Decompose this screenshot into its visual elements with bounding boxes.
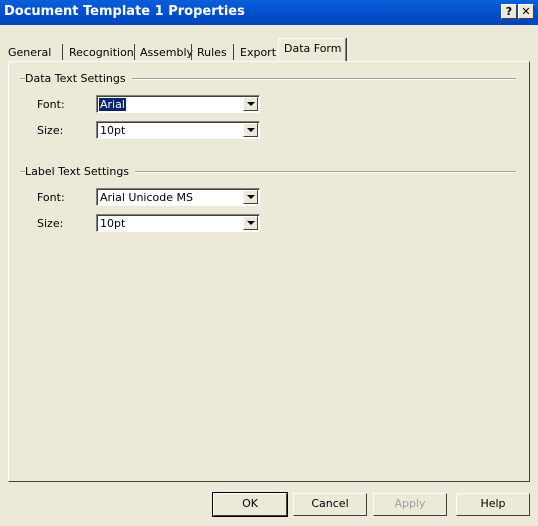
chevron-down-icon [247,128,255,132]
chevron-down-icon [247,221,255,225]
tab-assembly[interactable]: Assembly [136,44,197,62]
ok-button[interactable]: OK [212,492,288,517]
dropdown-button[interactable] [243,190,258,204]
cancel-button[interactable]: Cancel [293,493,367,516]
tab-general[interactable]: General [4,44,55,62]
label-size-select[interactable]: 10pt [96,214,260,232]
data-font-label: Font: [37,98,65,111]
tab-separator [62,44,63,60]
tab-recognition[interactable]: Recognition [65,44,138,62]
tab-separator [233,44,234,60]
label-size-value: 10pt [100,217,126,230]
tab-panel [8,61,530,482]
label-size-label: Size: [37,217,64,230]
dropdown-button[interactable] [243,123,258,137]
dropdown-button[interactable] [243,216,258,230]
help-icon[interactable]: ? [501,4,517,19]
label-font-value: Arial Unicode MS [100,191,193,204]
tab-export[interactable]: Export [236,44,280,62]
apply-button[interactable]: Apply [373,493,447,516]
chevron-down-icon [247,195,255,199]
data-size-value: 10pt [100,124,126,137]
properties-dialog: Document Template 1 Properties ? ✕ Data … [0,0,538,526]
label-font-select[interactable]: Arial Unicode MS [96,188,260,206]
tab-separator [191,44,192,60]
label-text-settings-heading: Label Text Settings [25,165,136,178]
help-button[interactable]: Help [456,493,530,516]
tab-separator [134,44,135,60]
data-font-select[interactable]: Arial [96,95,260,113]
data-size-label: Size: [37,124,64,137]
label-font-label: Font: [37,191,65,204]
tab-rules[interactable]: Rules [193,44,231,62]
tab-data-form-label: Data Form [284,42,342,55]
dropdown-button[interactable] [243,97,258,111]
data-size-select[interactable]: 10pt [96,121,260,139]
data-text-settings-heading: Data Text Settings [25,72,132,85]
data-font-value: Arial [99,98,126,111]
chevron-down-icon [247,102,255,106]
window-title: Document Template 1 Properties [4,4,245,19]
close-icon[interactable]: ✕ [518,4,534,19]
title-bar[interactable]: Document Template 1 Properties ? ✕ [0,0,538,25]
